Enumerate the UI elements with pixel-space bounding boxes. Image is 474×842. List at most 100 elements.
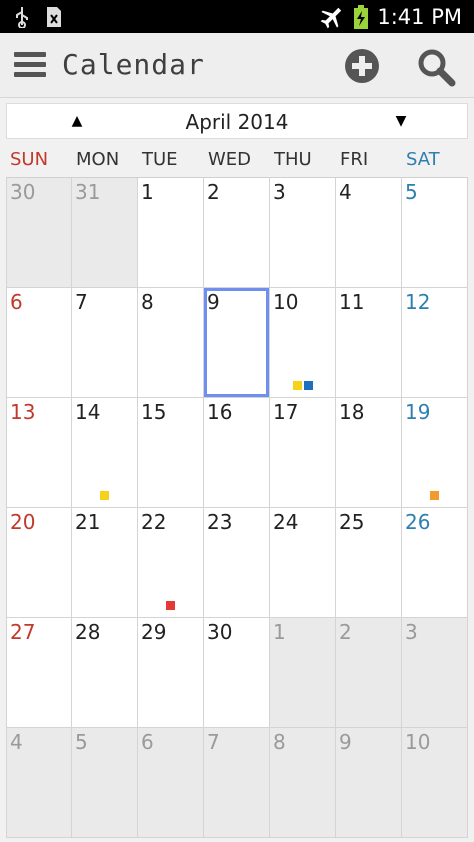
day-cell[interactable]: 2	[336, 618, 402, 728]
day-cell[interactable]: 15	[138, 398, 204, 508]
day-cell[interactable]: 31	[72, 178, 138, 288]
sim-card-icon	[47, 7, 61, 27]
day-number: 21	[75, 510, 101, 534]
day-cell[interactable]: 8	[138, 288, 204, 398]
day-cell[interactable]: 11	[336, 288, 402, 398]
day-cell[interactable]: 20	[6, 508, 72, 618]
day-cell[interactable]: 16	[204, 398, 270, 508]
menu-icon[interactable]	[14, 52, 46, 78]
status-right-icons: 1:41 PM	[319, 2, 462, 32]
day-number: 29	[141, 620, 167, 644]
day-number: 3	[405, 620, 418, 644]
next-month-button[interactable]: ▼	[381, 104, 421, 138]
day-number: 4	[10, 730, 23, 754]
day-number: 5	[405, 180, 418, 204]
event-indicator	[166, 601, 175, 610]
day-cell[interactable]: 10	[270, 288, 336, 398]
day-number: 24	[273, 510, 299, 534]
day-cell[interactable]: 3	[270, 178, 336, 288]
event-indicators	[270, 381, 335, 390]
day-cell[interactable]: 19	[402, 398, 468, 508]
day-cell[interactable]: 3	[402, 618, 468, 728]
weekday-header: SUN MON TUE WED THU FRI SAT	[6, 145, 468, 175]
day-number: 26	[405, 510, 431, 534]
weekday-fri: FRI	[340, 149, 369, 170]
weekday-sun: SUN	[10, 149, 49, 170]
event-indicator	[292, 381, 302, 390]
day-cell[interactable]: 1	[138, 178, 204, 288]
day-cell[interactable]: 7	[72, 288, 138, 398]
event-indicators	[402, 491, 467, 500]
day-cell[interactable]: 14	[72, 398, 138, 508]
day-cell[interactable]: 25	[336, 508, 402, 618]
day-number: 30	[10, 180, 36, 204]
day-cell[interactable]: 4	[6, 728, 72, 838]
day-cell[interactable]: 10	[402, 728, 468, 838]
day-cell[interactable]: 12	[402, 288, 468, 398]
day-cell[interactable]: 26	[402, 508, 468, 618]
day-cell[interactable]: 5	[72, 728, 138, 838]
airplane-mode-icon	[321, 7, 342, 29]
day-cell[interactable]: 21	[72, 508, 138, 618]
day-number: 7	[75, 290, 88, 314]
day-cell[interactable]: 1	[270, 618, 336, 728]
day-number: 22	[141, 510, 167, 534]
day-number: 16	[207, 400, 233, 424]
day-cell[interactable]: 24	[270, 508, 336, 618]
day-number: 7	[207, 730, 220, 754]
event-indicator	[303, 381, 313, 390]
day-cell[interactable]: 8	[270, 728, 336, 838]
month-navigator: ▲ April 2014 ▼	[6, 103, 468, 139]
day-cell[interactable]: 13	[6, 398, 72, 508]
day-number: 28	[75, 620, 101, 644]
status-time: 1:41 PM	[377, 5, 462, 29]
day-number: 6	[141, 730, 154, 754]
day-number: 11	[339, 290, 365, 314]
day-number: 19	[405, 400, 431, 424]
day-cell[interactable]: 9	[336, 728, 402, 838]
day-cell[interactable]: 2	[204, 178, 270, 288]
event-indicators	[138, 601, 203, 610]
day-number: 6	[10, 290, 23, 314]
weekday-wed: WED	[208, 149, 252, 170]
day-cell[interactable]: 22	[138, 508, 204, 618]
month-grid: 30 31 1 2 3 4 5 6 7 8 9 10 11 12 13 14 15 16 17 18 19 20 21 22 2…	[6, 177, 468, 838]
day-cell[interactable]: 6	[138, 728, 204, 838]
day-number: 10	[405, 730, 431, 754]
day-number: 9	[207, 290, 220, 314]
battery-charging-icon	[354, 5, 369, 29]
day-cell[interactable]: 7	[204, 728, 270, 838]
day-cell[interactable]: 29	[138, 618, 204, 728]
day-cell[interactable]: 6	[6, 288, 72, 398]
day-cell[interactable]: 18	[336, 398, 402, 508]
day-cell[interactable]: 28	[72, 618, 138, 728]
search-button[interactable]	[416, 47, 456, 87]
day-number: 23	[207, 510, 233, 534]
action-bar: Calendar	[0, 33, 474, 98]
status-bar: 1:41 PM	[0, 0, 474, 33]
day-number: 2	[207, 180, 220, 204]
search-icon	[418, 49, 456, 87]
day-number: 2	[339, 620, 352, 644]
day-number: 27	[10, 620, 36, 644]
weekday-thu: THU	[274, 149, 312, 170]
usb-icon	[16, 7, 28, 28]
day-number: 14	[75, 400, 101, 424]
day-number: 8	[273, 730, 286, 754]
day-cell[interactable]: 17	[270, 398, 336, 508]
day-cell[interactable]: 5	[402, 178, 468, 288]
day-number: 20	[10, 510, 36, 534]
day-number: 9	[339, 730, 352, 754]
day-cell-today[interactable]: 9	[204, 288, 270, 398]
add-event-button[interactable]	[344, 48, 380, 84]
weekday-mon: MON	[76, 149, 120, 170]
day-cell[interactable]: 30	[204, 618, 270, 728]
day-cell[interactable]: 27	[6, 618, 72, 728]
day-cell[interactable]: 23	[204, 508, 270, 618]
day-number: 13	[10, 400, 36, 424]
day-cell[interactable]: 4	[336, 178, 402, 288]
weekday-tue: TUE	[142, 149, 178, 170]
day-cell[interactable]: 30	[6, 178, 72, 288]
day-number: 18	[339, 400, 365, 424]
day-number: 31	[75, 180, 101, 204]
